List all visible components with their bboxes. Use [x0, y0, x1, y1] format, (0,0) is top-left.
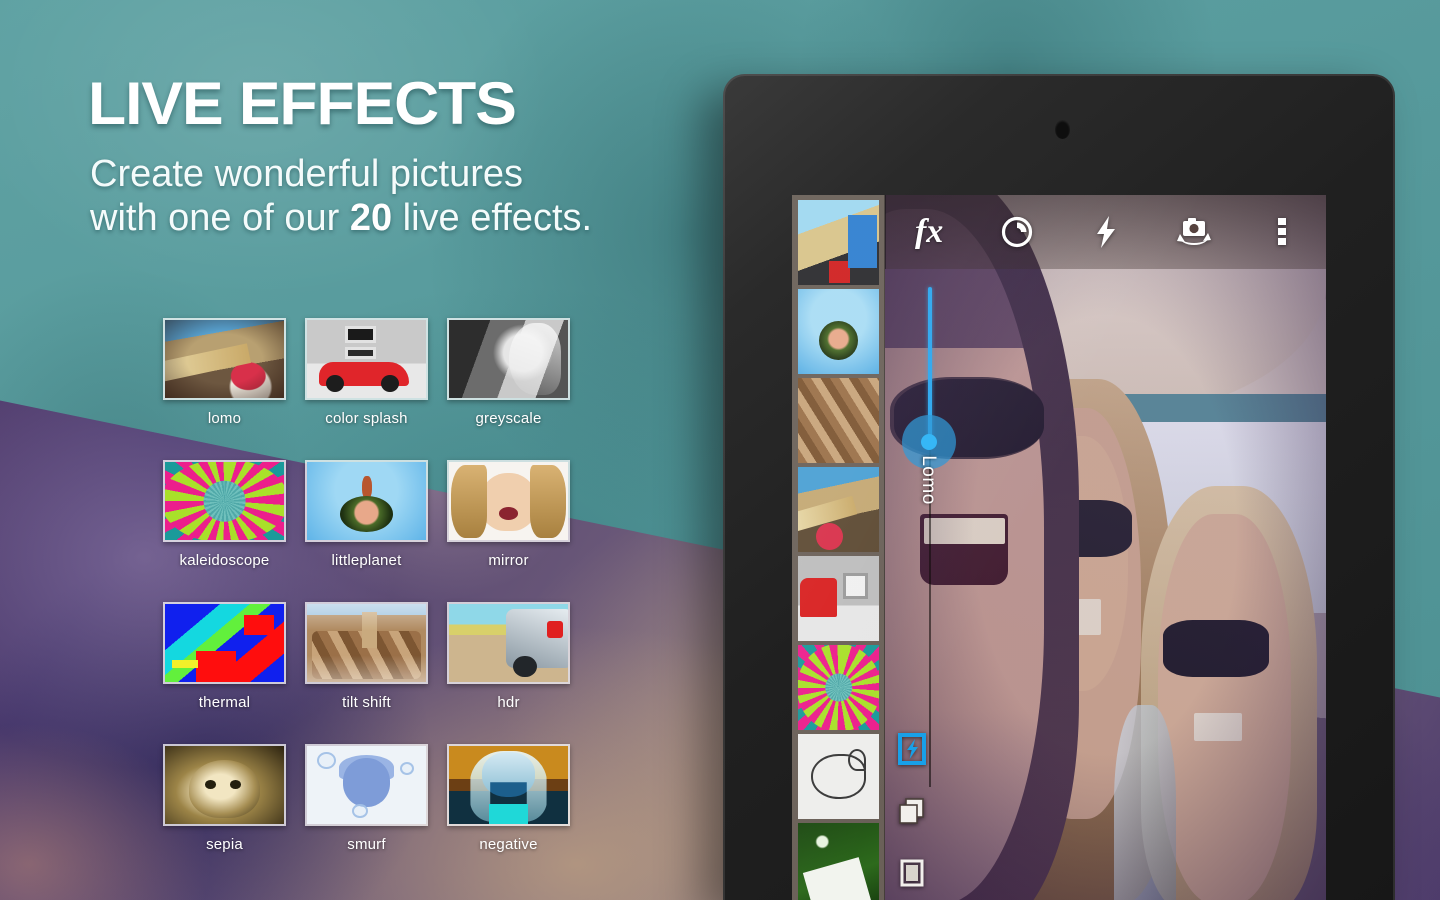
effect-item-littleplanet[interactable]: littleplanet — [305, 460, 447, 602]
stacked-frames-icon — [897, 796, 927, 831]
effect-item-lomo[interactable]: lomo — [163, 318, 305, 460]
toolbar-divider — [885, 195, 886, 269]
effect-thumbnail[interactable] — [305, 744, 428, 826]
effect-preview-art — [307, 746, 426, 824]
effect-item-hdr[interactable]: hdr — [447, 602, 589, 744]
effect-preview-art — [449, 320, 568, 398]
effect-preview-art — [165, 746, 284, 824]
subtitle-post: live effects. — [392, 197, 593, 240]
subtitle-line-1: Create wonderful pictures — [90, 153, 523, 195]
effect-thumbnail[interactable] — [305, 460, 428, 542]
subtitle-pre: with one of our — [90, 197, 350, 240]
filmstrip-thumb-art — [798, 734, 879, 819]
more-vertical-icon — [1277, 216, 1287, 248]
effect-label: thermal — [198, 694, 251, 711]
slider-label: Lomo — [918, 455, 939, 505]
capture-mode-buttons — [888, 732, 936, 892]
effect-label: littleplanet — [331, 552, 402, 569]
flash-button[interactable] — [1061, 195, 1149, 269]
effect-preview-art — [449, 604, 568, 682]
effect-thumbnail[interactable] — [163, 460, 286, 542]
effects-grid: lomo color splash greyscale kaleidoscope lit… — [163, 318, 589, 886]
fx-icon: fx — [914, 213, 944, 250]
flash-bolt-icon — [1091, 215, 1121, 249]
effects-fx-button[interactable]: fx — [885, 195, 973, 269]
burst-mode-button[interactable] — [895, 796, 929, 830]
filmstrip-thumb-art — [798, 556, 879, 641]
effect-item-kaleidoscope[interactable]: kaleidoscope — [163, 460, 305, 602]
filmstrip-thumb-art — [798, 378, 879, 463]
effect-label: mirror — [488, 552, 529, 569]
filmstrip-thumb-tiltshift[interactable] — [798, 378, 879, 463]
effect-thumbnail[interactable] — [163, 744, 286, 826]
effect-label: lomo — [207, 410, 242, 427]
promo-stage: LIVE EFFECTS Create wonderful pictures w… — [0, 0, 1440, 900]
filmstrip-thumb-kaleidoscope[interactable] — [798, 645, 879, 730]
effect-preview-art — [165, 604, 284, 682]
effect-thumbnail[interactable] — [305, 318, 428, 400]
effect-item-smurf[interactable]: smurf — [305, 744, 447, 886]
filmstrip-thumb-colorsplash[interactable] — [798, 556, 879, 641]
effect-preview-art — [165, 320, 284, 398]
overflow-menu-button[interactable] — [1238, 195, 1326, 269]
effect-item-tilt-shift[interactable]: tilt shift — [305, 602, 447, 744]
effect-label: hdr — [497, 694, 520, 711]
effect-item-greyscale[interactable]: greyscale — [447, 318, 589, 460]
single-shot-button[interactable] — [895, 858, 929, 892]
effect-label: tilt shift — [342, 694, 391, 711]
effect-item-mirror[interactable]: mirror — [447, 460, 589, 602]
subtitle-line-2: with one of our 20 live effects. — [90, 196, 592, 240]
effect-thumbnail[interactable] — [447, 744, 570, 826]
single-frame-icon — [899, 858, 925, 893]
filmstrip-thumb-littleplanet[interactable] — [798, 289, 879, 374]
effect-thumbnail[interactable] — [163, 318, 286, 400]
camera-toolbar: fx — [885, 195, 1326, 269]
effect-intensity-slider[interactable]: Lomo — [902, 287, 958, 787]
filmstrip-thumb-art — [798, 289, 879, 374]
effect-preview-art — [307, 604, 426, 682]
filmstrip-thumb-truck[interactable] — [798, 200, 879, 285]
filmstrip-thumb-art — [798, 823, 879, 900]
filmstrip-thumb-art — [798, 200, 879, 285]
effect-item-sepia[interactable]: sepia — [163, 744, 305, 886]
page-subtitle: Create wonderful pictures with one of ou… — [90, 152, 592, 241]
effect-item-negative[interactable]: negative — [447, 744, 589, 886]
effect-label: sepia — [206, 836, 243, 853]
effect-label: color splash — [325, 410, 408, 427]
effect-preview-art — [449, 746, 568, 824]
effect-preview-art — [307, 462, 426, 540]
tablet-device: fx Lomo — [723, 74, 1395, 900]
effects-count: 20 — [349, 197, 393, 240]
effect-label: kaleidoscope — [179, 552, 270, 569]
effect-item-color-splash[interactable]: color splash — [305, 318, 447, 460]
effect-thumbnail[interactable] — [163, 602, 286, 684]
effect-thumbnail[interactable] — [447, 318, 570, 400]
effect-preview-art — [449, 462, 568, 540]
effect-label: negative — [479, 836, 538, 853]
effects-filmstrip[interactable] — [792, 195, 885, 900]
bolt-in-frame-icon — [898, 732, 926, 770]
filmstrip-thumb-art — [798, 467, 879, 552]
effect-preview-art — [307, 320, 426, 398]
focus-circle-icon — [1000, 215, 1034, 249]
effect-item-thermal[interactable]: thermal — [163, 602, 305, 744]
page-title: LIVE EFFECTS — [88, 70, 517, 137]
switch-camera-button[interactable] — [1150, 195, 1238, 269]
filmstrip-thumb-paper[interactable] — [798, 823, 879, 900]
filmstrip-thumb-art — [798, 645, 879, 730]
front-camera-lens-icon — [1055, 120, 1070, 139]
effect-label: smurf — [347, 836, 386, 853]
camera-switch-icon — [1174, 215, 1214, 249]
focus-mode-button[interactable] — [973, 195, 1061, 269]
effect-label: greyscale — [475, 410, 542, 427]
live-effects-toggle[interactable] — [895, 732, 929, 770]
effect-thumbnail[interactable] — [447, 460, 570, 542]
filmstrip-thumb-sketch[interactable] — [798, 734, 879, 819]
tablet-screen: fx Lomo — [792, 195, 1326, 900]
effect-preview-art — [165, 462, 284, 540]
effect-thumbnail[interactable] — [305, 602, 428, 684]
filmstrip-thumb-lomo[interactable] — [798, 467, 879, 552]
effect-thumbnail[interactable] — [447, 602, 570, 684]
